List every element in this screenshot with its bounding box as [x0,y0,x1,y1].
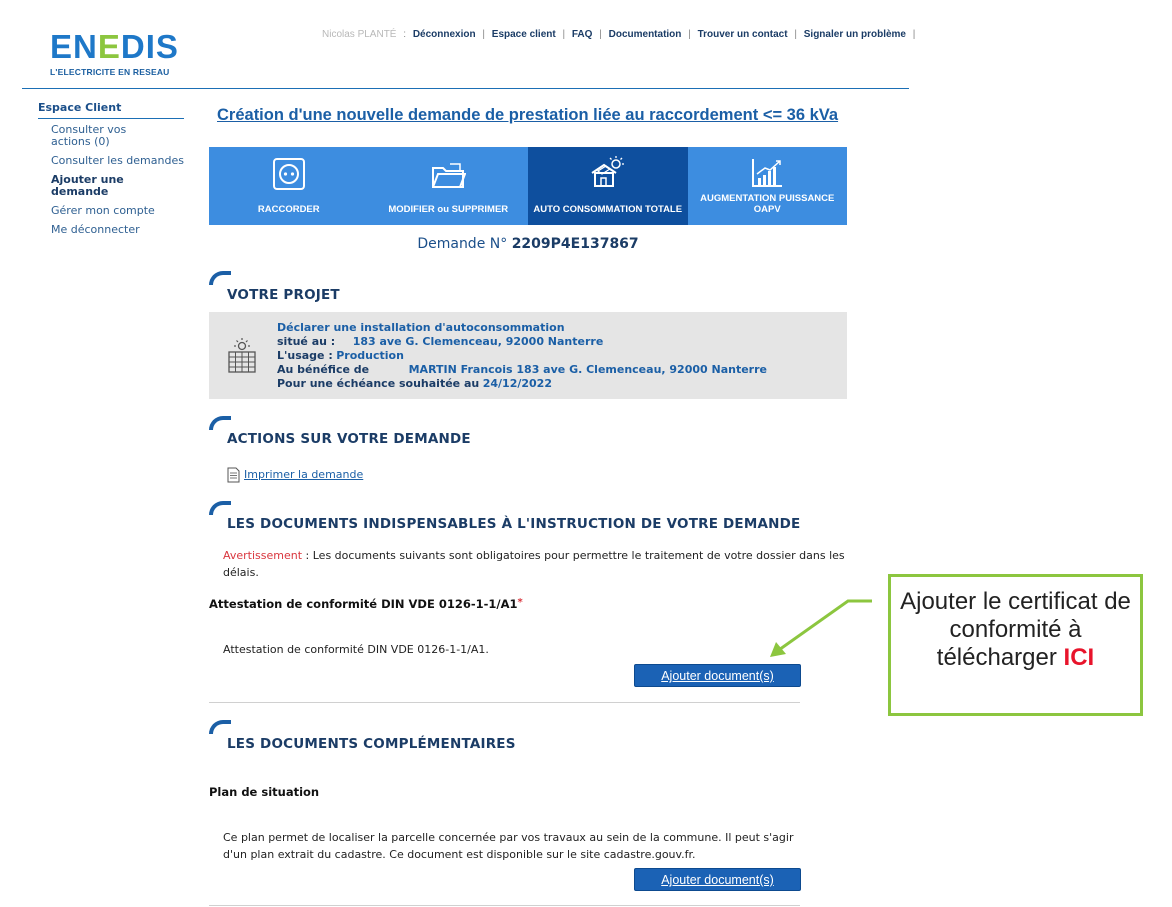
section-hook-icon [209,416,231,430]
section-hook-icon [209,501,231,515]
warning-message: Avertissement : Les documents suivants s… [223,549,845,579]
sidebar-item-consulter-demandes[interactable]: Consulter les demandes [51,155,184,167]
nav-link-deconnexion[interactable]: Déconnexion [413,29,476,40]
projet-adresse: 183 ave G. Clemenceau, 92000 Nanterre [352,335,604,348]
header-divider [22,88,909,89]
solar-panel-icon [228,338,256,373]
section-divider [209,702,800,703]
print-demande-link[interactable]: Imprimer la demande [244,468,363,481]
sidebar-title: Espace Client [38,101,184,119]
section-hook-icon [209,720,231,734]
sidebar-item-consulter-actions[interactable]: Consulter vos actions (0) [51,124,141,148]
required-star: * [517,597,523,608]
logo-wordmark: ENEDIS [50,28,179,65]
nav-link-faq[interactable]: FAQ [572,29,593,40]
tab-label: RACCORDER [257,204,320,215]
nav-link-espace-client[interactable]: Espace client [492,29,556,40]
demand-type-tabs: RACCORDER MODIFIER ou SUPPRIMER AUTO CON… [209,147,847,225]
page-title[interactable]: Création d'une nouvelle demande de prest… [217,106,838,125]
sidebar-item-ajouter-demande[interactable]: Ajouter une demande [51,174,184,198]
sidebar: Espace Client Consulter vos actions (0) … [38,101,184,236]
nav-link-signaler-probleme[interactable]: Signaler un problème [804,29,906,40]
demande-number: Demande N° 2209P4E137867 [417,236,639,252]
doc-desc-attestation: Attestation de conformité DIN VDE 0126-1… [223,643,489,656]
projet-beneficiaire: MARTIN Francois 183 ave G. Clemenceau, 9… [408,363,767,376]
section-title-actions: ACTIONS SUR VOTRE DEMANDE [227,431,471,447]
tab-label: MODIFIER ou SUPPRIMER [388,204,509,215]
tab-auto-consommation[interactable]: AUTO CONSOMMATION TOTALE [528,147,688,225]
projet-details: Déclarer une installation d'autoconsomma… [277,321,767,390]
folder-icon [432,163,467,188]
doc-desc-plan-situation: Ce plan permet de localiser la parcelle … [223,831,794,861]
section-title-projet: VOTRE PROJET [227,287,340,303]
callout-text: Ajouter le certificat de conformité à té… [900,588,1131,671]
projet-echeance: 24/12/2022 [482,377,552,390]
user-name: Nicolas PLANTÉ [322,29,397,40]
section-title-docs-extra: LES DOCUMENTS COMPLÉMENTAIRES [227,736,516,752]
sidebar-item-gerer-compte[interactable]: Gérer mon compte [51,205,184,217]
section-divider [209,905,800,906]
top-navigation: Nicolas PLANTÉ : Déconnexion | Espace cl… [322,29,916,40]
warning-label: Avertissement [223,549,303,562]
nav-link-documentation[interactable]: Documentation [609,29,682,40]
section-title-docs-required: LES DOCUMENTS INDISPENSABLES À L'INSTRUC… [227,516,801,532]
doc-label-plan-situation: Plan de situation [209,785,320,799]
solar-house-icon [591,156,624,187]
projet-usage: Production [336,349,404,362]
tab-label: AUTO CONSOMMATION TOTALE [533,204,683,215]
document-icon [227,467,240,483]
add-document-button-attestation[interactable]: Ajouter document(s) [634,664,801,687]
doc-label-attestation: Attestation de conformité DIN VDE 0126-1… [209,597,523,611]
add-document-button-plan-situation[interactable]: Ajouter document(s) [634,868,801,891]
tab-label: AUGMENTATION PUISSANCE OAPV [700,193,835,215]
tab-raccorder[interactable]: RACCORDER [209,147,369,225]
tab-augmentation-puissance[interactable]: AUGMENTATION PUISSANCE OAPV [687,147,847,225]
logo-tagline: L'ELECTRICITE EN RESEAU [50,67,170,77]
growth-chart-icon [752,159,783,187]
section-hook-icon [209,271,231,285]
enedis-logo[interactable]: ENEDIS L'ELECTRICITE EN RESEAU [50,30,179,77]
sidebar-item-deconnecter[interactable]: Me déconnecter [51,224,184,236]
projet-heading: Déclarer une installation d'autoconsomma… [277,321,565,334]
instruction-callout: Ajouter le certificat de conformité à té… [888,574,1143,716]
nav-link-trouver-contact[interactable]: Trouver un contact [698,29,788,40]
callout-highlight: ICI [1063,644,1095,671]
demande-id: 2209P4E137867 [511,236,639,252]
tab-modifier-supprimer[interactable]: MODIFIER ou SUPPRIMER [368,147,528,225]
socket-icon [272,158,305,190]
callout-arrow-icon [770,599,872,657]
